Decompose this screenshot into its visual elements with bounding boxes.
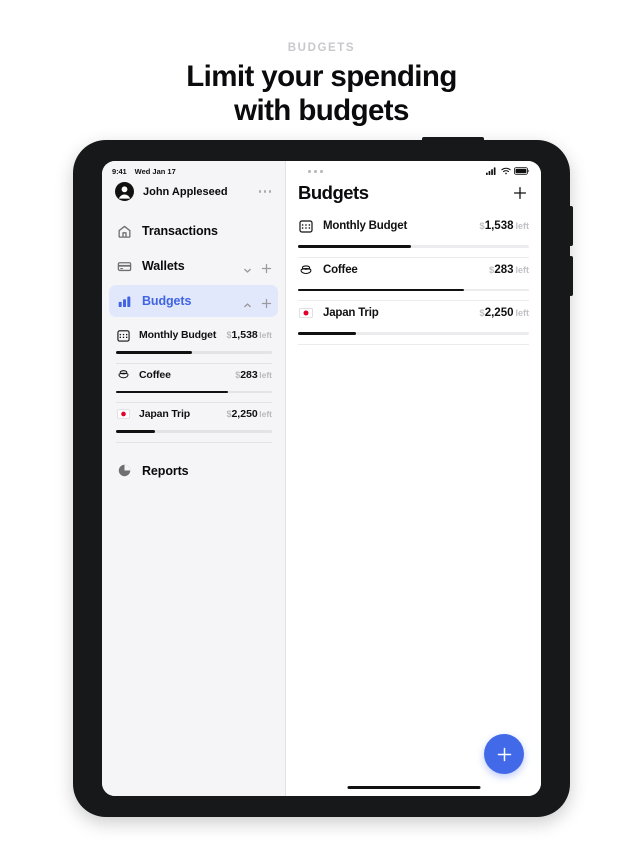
sidebar-footer-nav: Reports	[102, 443, 285, 490]
sidebar-item-label: Wallets	[142, 259, 185, 273]
device-screen: 9:41 Wed Jan 17 John Appleseed Transacti…	[102, 161, 541, 796]
status-bar: 9:41 Wed Jan 17	[102, 161, 285, 178]
add-budget-button[interactable]	[261, 296, 272, 308]
progress-track	[298, 245, 529, 248]
user-profile-row[interactable]: John Appleseed	[102, 178, 285, 211]
divider	[298, 343, 529, 345]
amount-value: 1,538	[484, 220, 514, 232]
sidebar-item-controls	[243, 261, 272, 273]
budget-name: Monthly Budget	[323, 220, 408, 232]
budget-amount: $283 left	[235, 369, 272, 381]
main-header: Budgets	[286, 178, 541, 214]
add-budget-fab[interactable]	[484, 734, 524, 774]
progress-fill	[116, 351, 193, 354]
sidebar-item-label: Budgets	[142, 294, 192, 308]
calendar-icon	[298, 219, 313, 234]
coffee-cup-icon	[116, 368, 130, 382]
bar-chart-icon	[116, 293, 132, 309]
progress-track	[298, 332, 529, 335]
progress-fill	[298, 288, 465, 292]
japan-flag-icon	[116, 407, 130, 421]
main-title: Budgets	[298, 182, 369, 203]
calendar-icon	[116, 328, 130, 342]
progress-fill	[298, 245, 412, 248]
amount-value: 283	[240, 368, 258, 381]
chevron-up-icon[interactable]	[243, 297, 252, 307]
progress-track	[116, 390, 272, 393]
budget-amount: $283 left	[489, 264, 529, 276]
sidebar-item-reports[interactable]: Reports	[109, 455, 278, 487]
amount-suffix: left	[259, 330, 272, 340]
sidebar-item-label: Transactions	[142, 224, 218, 238]
volume-up-button[interactable]	[569, 206, 573, 246]
sidebar-item-label: Reports	[142, 463, 189, 478]
page-title: Limit your spending with budgets	[0, 60, 643, 128]
status-bar-date: Wed Jan 17	[134, 166, 176, 176]
card-icon	[116, 258, 132, 274]
progress-track	[298, 288, 529, 292]
progress-track	[116, 430, 272, 433]
plus-icon	[497, 747, 511, 761]
amount-suffix: left	[515, 308, 530, 319]
budget-rows-list: Monthly Budget $1,538 left Coffee $283 l…	[286, 214, 541, 345]
sidebar-item-transactions[interactable]: Transactions	[109, 215, 278, 247]
multitask-dots-icon[interactable]	[308, 169, 323, 173]
budget-amount: $1,538 left	[479, 220, 529, 232]
volume-down-button[interactable]	[569, 256, 573, 296]
page-kicker: BUDGETS	[287, 42, 356, 54]
add-budget-button[interactable]	[513, 186, 527, 200]
power-button[interactable]	[422, 137, 484, 141]
amount-suffix: left	[259, 409, 272, 419]
user-name: John Appleseed	[143, 185, 228, 198]
amount-value: 2,250	[231, 408, 258, 420]
budget-name: Monthly Budget	[139, 329, 217, 341]
sidebar-item-wallets[interactable]: Wallets	[109, 250, 278, 282]
amount-suffix: left	[259, 369, 272, 380]
amount-value: 1,538	[231, 329, 258, 341]
budget-name: Japan Trip	[139, 408, 191, 420]
list-item[interactable]: Monthly Budget $1,538 left	[109, 324, 278, 364]
coffee-cup-icon	[298, 262, 313, 277]
amount-value: 2,250	[484, 307, 514, 320]
table-row[interactable]: Coffee $283 left	[298, 258, 529, 302]
person-circle-icon	[115, 182, 134, 201]
add-wallet-button[interactable]	[261, 261, 272, 273]
main-panel: Budgets Monthly Budget $1,538 left Coffe…	[286, 161, 541, 796]
sidebar-item-controls	[243, 296, 272, 308]
headline-line-1: Limit your spending	[186, 60, 457, 93]
budget-name: Coffee	[139, 368, 171, 381]
list-item[interactable]: Japan Trip $2,250 left	[109, 403, 278, 443]
home-indicator[interactable]	[347, 785, 480, 789]
main-status-bar	[286, 161, 541, 178]
house-icon	[116, 223, 132, 239]
amount-suffix: left	[515, 221, 530, 231]
tablet-device-frame: 9:41 Wed Jan 17 John Appleseed Transacti…	[73, 137, 573, 817]
progress-fill	[116, 430, 155, 433]
budget-name: Japan Trip	[323, 307, 379, 320]
progress-fill	[298, 332, 356, 335]
page-root: BUDGETS Limit your spending with budgets…	[0, 0, 643, 858]
progress-fill	[116, 390, 229, 393]
budget-amount: $2,250 left	[479, 307, 529, 319]
sidebar-item-budgets[interactable]: Budgets	[109, 285, 278, 317]
list-item[interactable]: Coffee $283 left	[109, 364, 278, 403]
table-row[interactable]: Monthly Budget $1,538 left	[298, 214, 529, 258]
status-bar-time: 9:41	[112, 166, 127, 176]
progress-track	[116, 351, 272, 354]
table-row[interactable]: Japan Trip $2,250 left	[298, 301, 529, 345]
sidebar-nav-list: Transactions Wallets Budgets	[102, 211, 285, 320]
amount-value: 283	[494, 263, 514, 276]
budget-amount: $2,250 left	[226, 408, 272, 420]
ellipsis-icon[interactable]	[258, 190, 274, 193]
pie-chart-icon	[116, 463, 132, 479]
sidebar-budget-list: Monthly Budget $1,538 left Coffee $283 l…	[102, 320, 285, 443]
headline-line-2: with budgets	[234, 94, 409, 128]
chevron-down-icon[interactable]	[243, 262, 252, 273]
budget-amount: $1,538 left	[226, 329, 272, 341]
sidebar: 9:41 Wed Jan 17 John Appleseed Transacti…	[102, 161, 286, 796]
budget-name: Coffee	[323, 263, 358, 276]
amount-suffix: left	[515, 264, 530, 275]
japan-flag-icon	[298, 306, 313, 321]
